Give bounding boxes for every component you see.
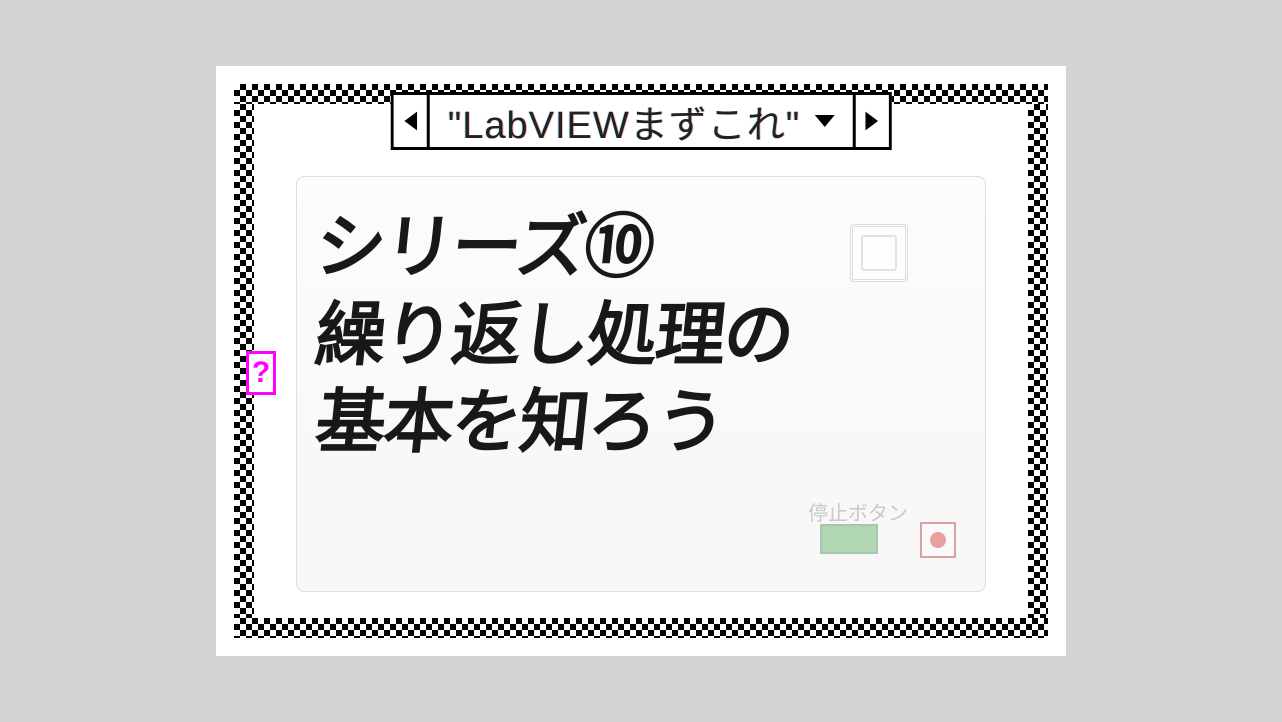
case-selector: "LabVIEWまずこれ" [391,92,892,150]
title-line-2: 繰り返し処理の [311,292,982,380]
thumbnail-card: "LabVIEWまずこれ" ? 停止ボタン シリーズ⑩ 繰り返し処理の 基本を知… [216,66,1066,656]
boolean-terminal-icon [820,524,878,554]
title-overlay: シリーズ⑩ 繰り返し処理の 基本を知ろう [316,204,978,467]
dropdown-caret-icon [814,115,834,127]
case-next-button[interactable] [852,95,888,147]
case-structure-inner: "LabVIEWまずこれ" ? 停止ボタン シリーズ⑩ 繰り返し処理の 基本を知… [254,104,1028,618]
case-label[interactable]: "LabVIEWまずこれ" [430,95,853,147]
stop-terminal-icon [920,522,956,558]
triangle-left-icon [401,110,419,132]
title-line-3: 基本を知ろう [311,379,982,467]
title-line-1: シリーズ⑩ [311,204,982,292]
selector-tunnel: ? [246,351,276,395]
tunnel-symbol: ? [252,356,270,390]
stop-button-label: 停止ボタン [808,497,908,526]
case-prev-button[interactable] [394,95,430,147]
case-structure: "LabVIEWまずこれ" ? 停止ボタン シリーズ⑩ 繰り返し処理の 基本を知… [234,84,1048,638]
triangle-right-icon [863,110,881,132]
case-label-text: "LabVIEWまずこれ" [448,94,801,149]
